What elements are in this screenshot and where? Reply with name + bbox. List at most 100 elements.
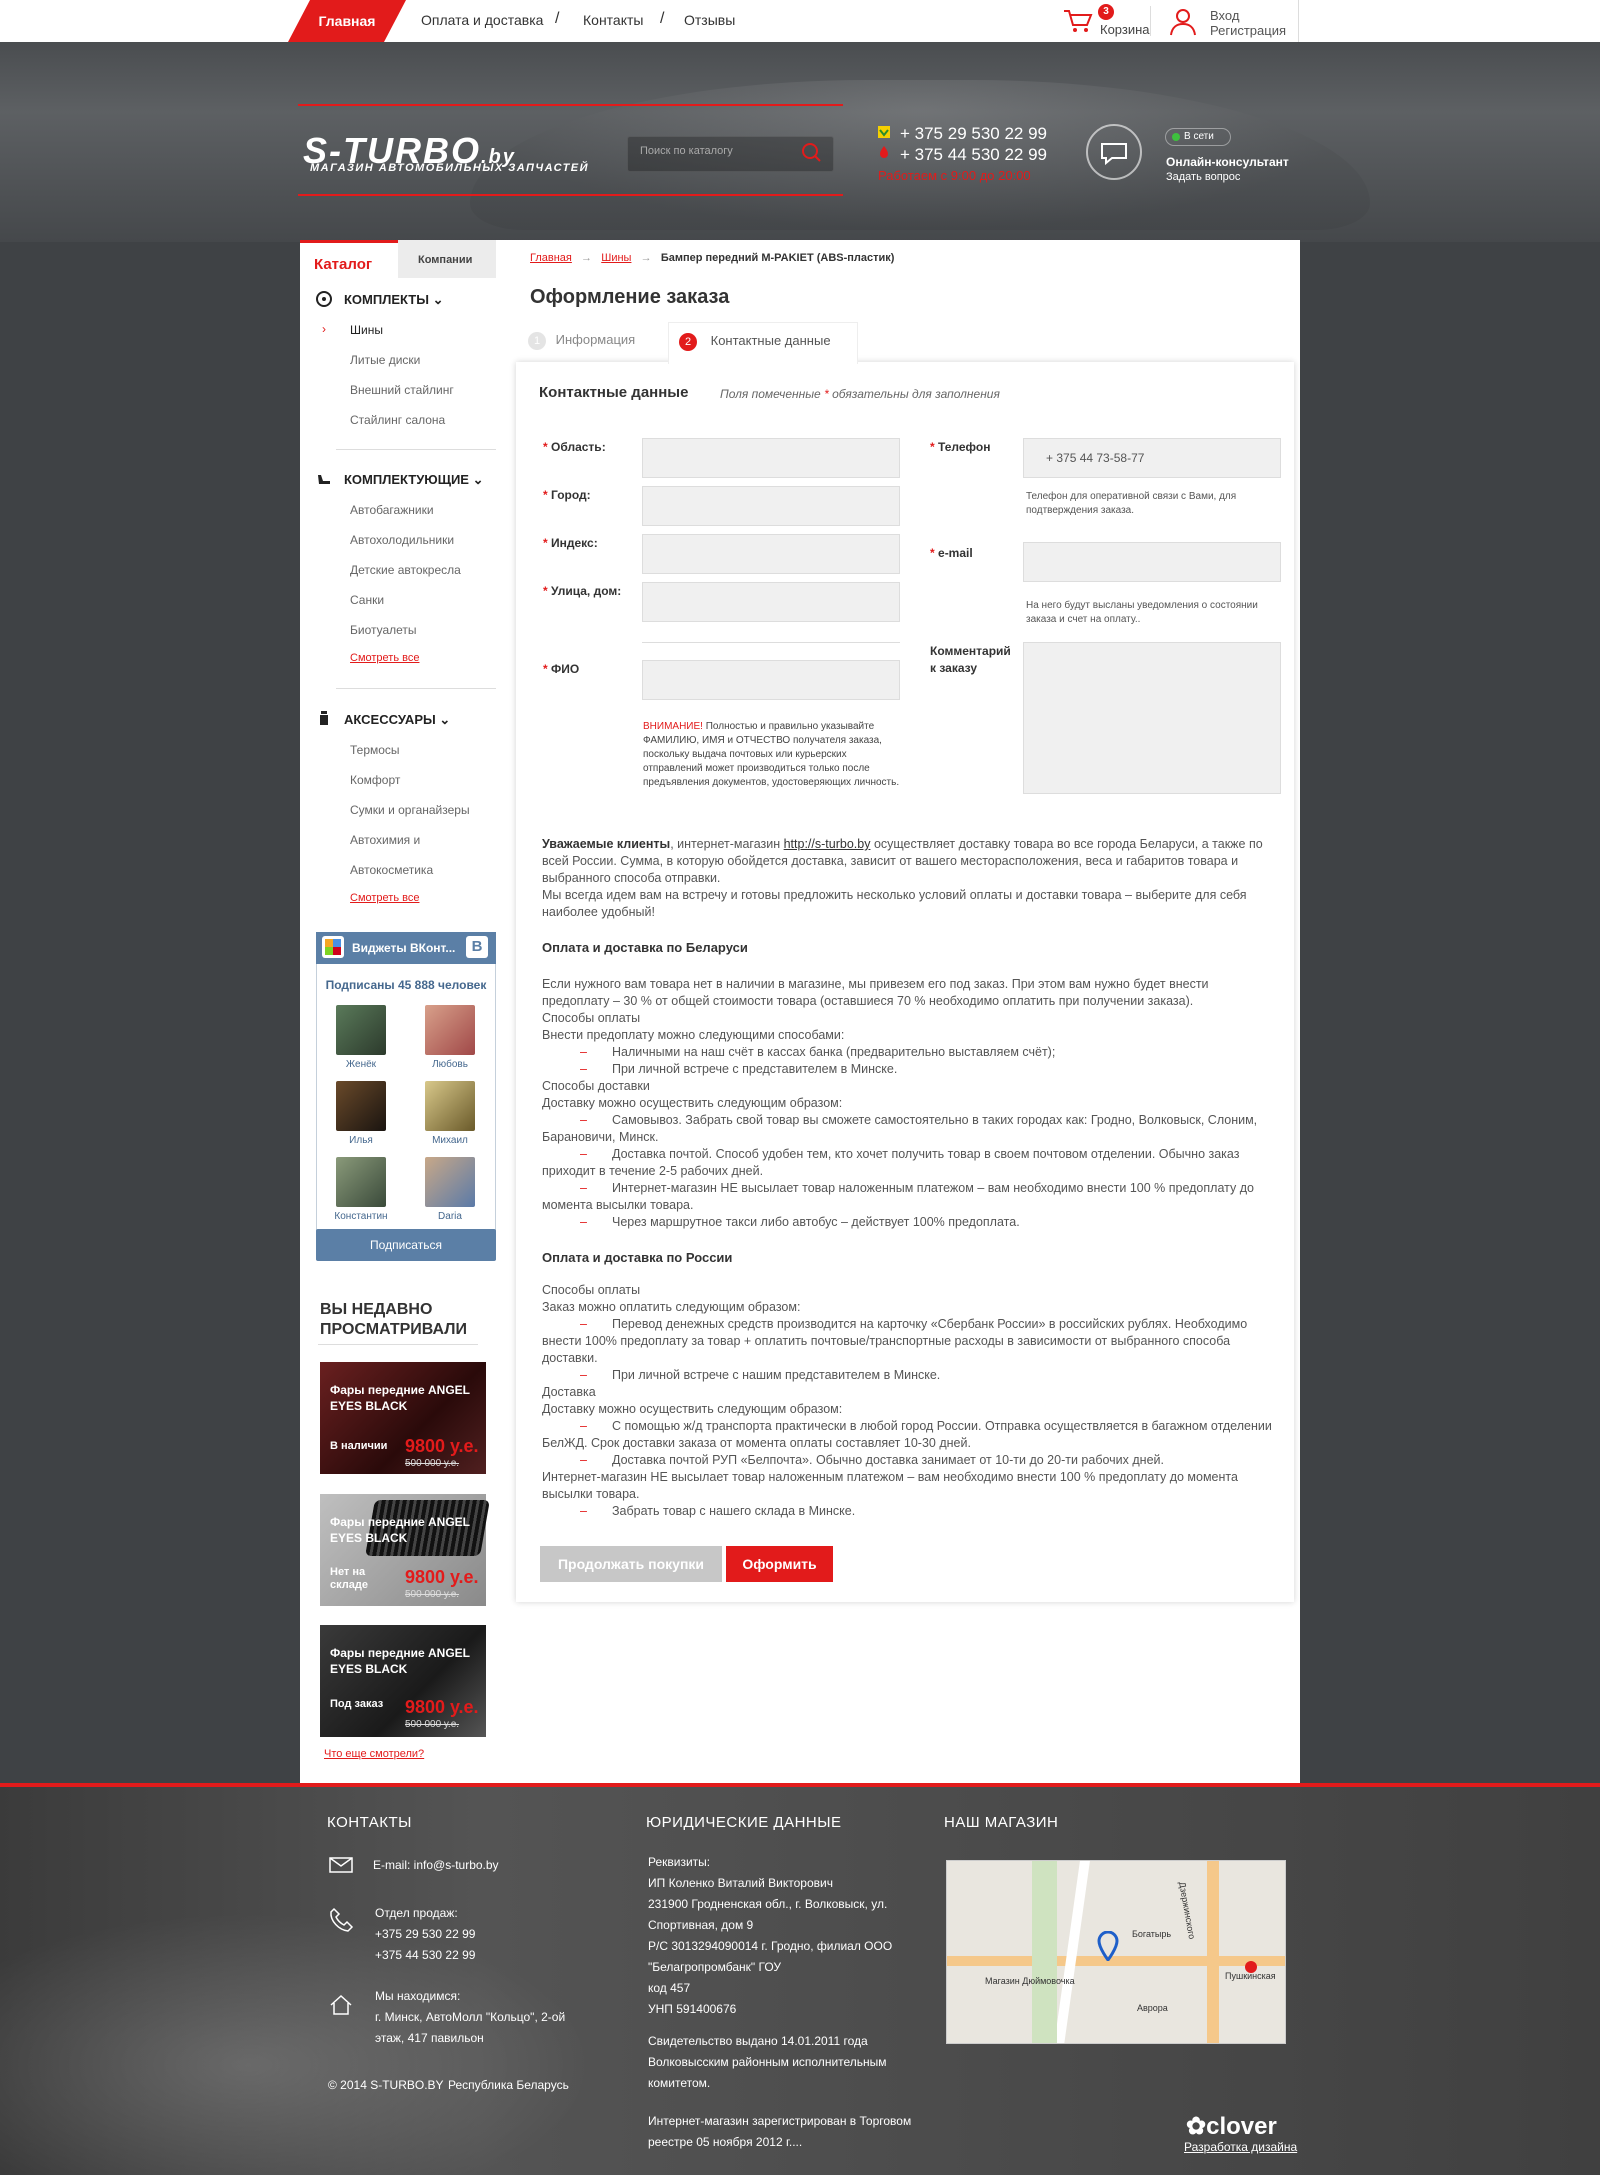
ask-question-link[interactable]: Задать вопрос (1166, 171, 1240, 183)
info-line: Способы оплаты (542, 1283, 641, 1297)
avatar[interactable] (425, 1081, 475, 1131)
cart-link[interactable]: Корзина (1100, 22, 1150, 37)
see-all-link[interactable]: Смотреть все (350, 892, 419, 904)
recent-product-card[interactable] (320, 1625, 486, 1737)
vk-person-name[interactable]: Илья (321, 1135, 401, 1146)
avatar[interactable] (336, 1157, 386, 1207)
sidebar-item-bags[interactable]: Сумки и органайзеры (350, 803, 470, 817)
chat-icon[interactable] (1086, 124, 1142, 180)
country: Республика Беларусь (448, 2078, 569, 2092)
step-contact-data[interactable]: 2 Контактные данные (668, 322, 858, 364)
sidebar-item-cosmetics[interactable]: Автокосметика (350, 863, 433, 877)
continue-shopping-button[interactable]: Продолжать покупки (540, 1546, 722, 1582)
product-title[interactable]: Фары передние ANGEL EYES BLACK (330, 1382, 480, 1414)
sidebar-item-roof-racks[interactable]: Автобагажники (350, 503, 434, 517)
tab-catalog[interactable]: Каталог (300, 240, 398, 278)
phone-input[interactable]: + 375 44 73-58-77 (1023, 438, 1281, 478)
list-item: – Забрать товар с нашего склада в Минске. (580, 1504, 856, 1518)
category-accessories[interactable]: АКСЕССУАРЫ ⌄ (344, 712, 450, 728)
sidebar-item-wheels[interactable]: Литые диски (350, 353, 420, 367)
active-chevron-icon: › (322, 322, 326, 336)
list-item: – Доставка почтой. Способ удобен тем, кто… (542, 1147, 1240, 1178)
shop-map[interactable]: Дзержинского Пушкинская Богатырь Аврора … (946, 1860, 1286, 2044)
cart-count-badge: 3 (1098, 4, 1114, 20)
tab-companies[interactable]: Компании (398, 240, 496, 278)
region-input[interactable] (642, 438, 900, 478)
divider (1298, 0, 1299, 42)
login-link[interactable]: Вход (1210, 8, 1239, 23)
sidebar-item-exterior[interactable]: Внешний стайлинг (350, 383, 454, 397)
vk-subscribe-button[interactable]: Подписаться (316, 1229, 496, 1261)
step-number: 1 (528, 332, 546, 350)
product-old-price: 500 000 у.е. (405, 1589, 460, 1600)
nav-payment-delivery[interactable]: Оплата и доставка (421, 12, 543, 28)
avatar[interactable] (336, 1005, 386, 1055)
sales-phone-2[interactable]: +375 44 530 22 99 (375, 1945, 475, 1966)
breadcrumb-home[interactable]: Главная (530, 252, 572, 264)
sidebar-item-interior[interactable]: Стайлинг салона (350, 413, 445, 427)
comment-textarea[interactable] (1023, 642, 1281, 794)
online-consultant-link[interactable]: Онлайн-консультант (1166, 155, 1289, 169)
sidebar-item-biotoilets[interactable]: Биотуалеты (350, 623, 417, 637)
vk-person-name[interactable]: Константин (321, 1211, 401, 1222)
street-input[interactable] (642, 582, 900, 622)
vk-person-name[interactable]: Михаил (410, 1135, 490, 1146)
sidebar-item-tires[interactable]: Шины (350, 323, 383, 337)
cart-icon[interactable] (1062, 8, 1094, 34)
phone-mts[interactable]: + 375 44 530 22 99 (900, 145, 1047, 165)
sidebar-item-sleds[interactable]: Санки (350, 593, 384, 607)
vk-logo-icon[interactable]: B (466, 936, 488, 958)
avatar[interactable] (336, 1081, 386, 1131)
vk-person-name[interactable]: Женёк (321, 1059, 401, 1070)
city-input[interactable] (642, 486, 900, 526)
recent-product-card[interactable] (320, 1362, 486, 1474)
category-komplektuyuschie[interactable]: КОМПЛЕКТУЮЩИЕ ⌄ (344, 472, 483, 488)
legal-line: УНП 591400676 (648, 2002, 737, 2016)
fio-input[interactable] (642, 660, 900, 700)
map-road (1207, 1861, 1219, 2043)
copyright: © 2014 S-TURBO.BY (328, 2078, 444, 2092)
sidebar-item-child-seats[interactable]: Детские автокресла (350, 563, 461, 577)
register-link[interactable]: Регистрация (1210, 23, 1286, 38)
avatar[interactable] (425, 1005, 475, 1055)
nav-reviews[interactable]: Отзывы (684, 12, 735, 28)
product-title[interactable]: Фары передние ANGEL EYES BLACK (330, 1645, 480, 1677)
cert-line: комитетом. (648, 2076, 711, 2090)
sidebar-item-autochem[interactable]: Автохимия и (350, 833, 420, 847)
email-input[interactable] (1023, 542, 1281, 582)
vk-person-name[interactable]: Любовь (410, 1059, 490, 1070)
more-viewed-link[interactable]: Что еще смотрели? (324, 1748, 424, 1760)
step-information[interactable]: 1 Информация (528, 322, 635, 360)
search-input[interactable]: Поиск по каталогу (640, 145, 733, 157)
intro-paragraph: Уважаемые клиенты, интернет-магазин http… (542, 837, 1263, 885)
design-credit-link[interactable]: Разработка дизайна (1184, 2140, 1297, 2154)
note-text: обязательны для заполнения (828, 387, 1000, 401)
legal-line: Р/С 3013294090014 г. Гродно, филиал ООО (648, 1939, 893, 1953)
phone-velcom[interactable]: + 375 29 530 22 99 (900, 124, 1047, 144)
nav-contacts[interactable]: Контакты (583, 12, 643, 28)
list-item: – Самовывоз. Забрать свой товар вы сможет… (542, 1113, 1258, 1144)
list-item: – Перевод денежных средств производится н… (542, 1317, 1248, 1365)
sidebar-item-thermoses[interactable]: Термосы (350, 743, 400, 757)
sales-title: Отдел продаж: (375, 1906, 458, 1920)
sales-phone-1[interactable]: +375 29 530 22 99 (375, 1924, 475, 1945)
breadcrumb-tires[interactable]: Шины (601, 252, 631, 264)
see-all-link[interactable]: Смотреть все (350, 652, 419, 664)
map-park (1032, 1861, 1057, 2043)
product-old-price: 500 000 у.е. (405, 1458, 460, 1469)
category-komplekty[interactable]: КОМПЛЕКТЫ ⌄ (344, 292, 443, 308)
vk-person-name[interactable]: Daria (410, 1211, 490, 1222)
index-input[interactable] (642, 534, 900, 574)
step-label: Информация (555, 332, 636, 347)
avatar[interactable] (425, 1157, 475, 1207)
sidebar-item-fridges[interactable]: Автохолодильники (350, 533, 454, 547)
clover-logo[interactable]: ✿clover (1186, 2112, 1277, 2141)
comment-label: Комментарий к заказу (930, 644, 1011, 675)
submit-order-button[interactable]: Оформить (726, 1546, 833, 1582)
sidebar-item-comfort[interactable]: Комфорт (350, 773, 400, 787)
product-title[interactable]: Фары передние ANGEL EYES BLACK (330, 1514, 480, 1546)
footer-email[interactable]: E-mail: info@s-turbo.by (373, 1855, 499, 1876)
site-link[interactable]: http://s-turbo.by (784, 837, 871, 851)
map-pin-icon (1097, 1931, 1119, 1961)
search-icon[interactable] (800, 141, 822, 163)
